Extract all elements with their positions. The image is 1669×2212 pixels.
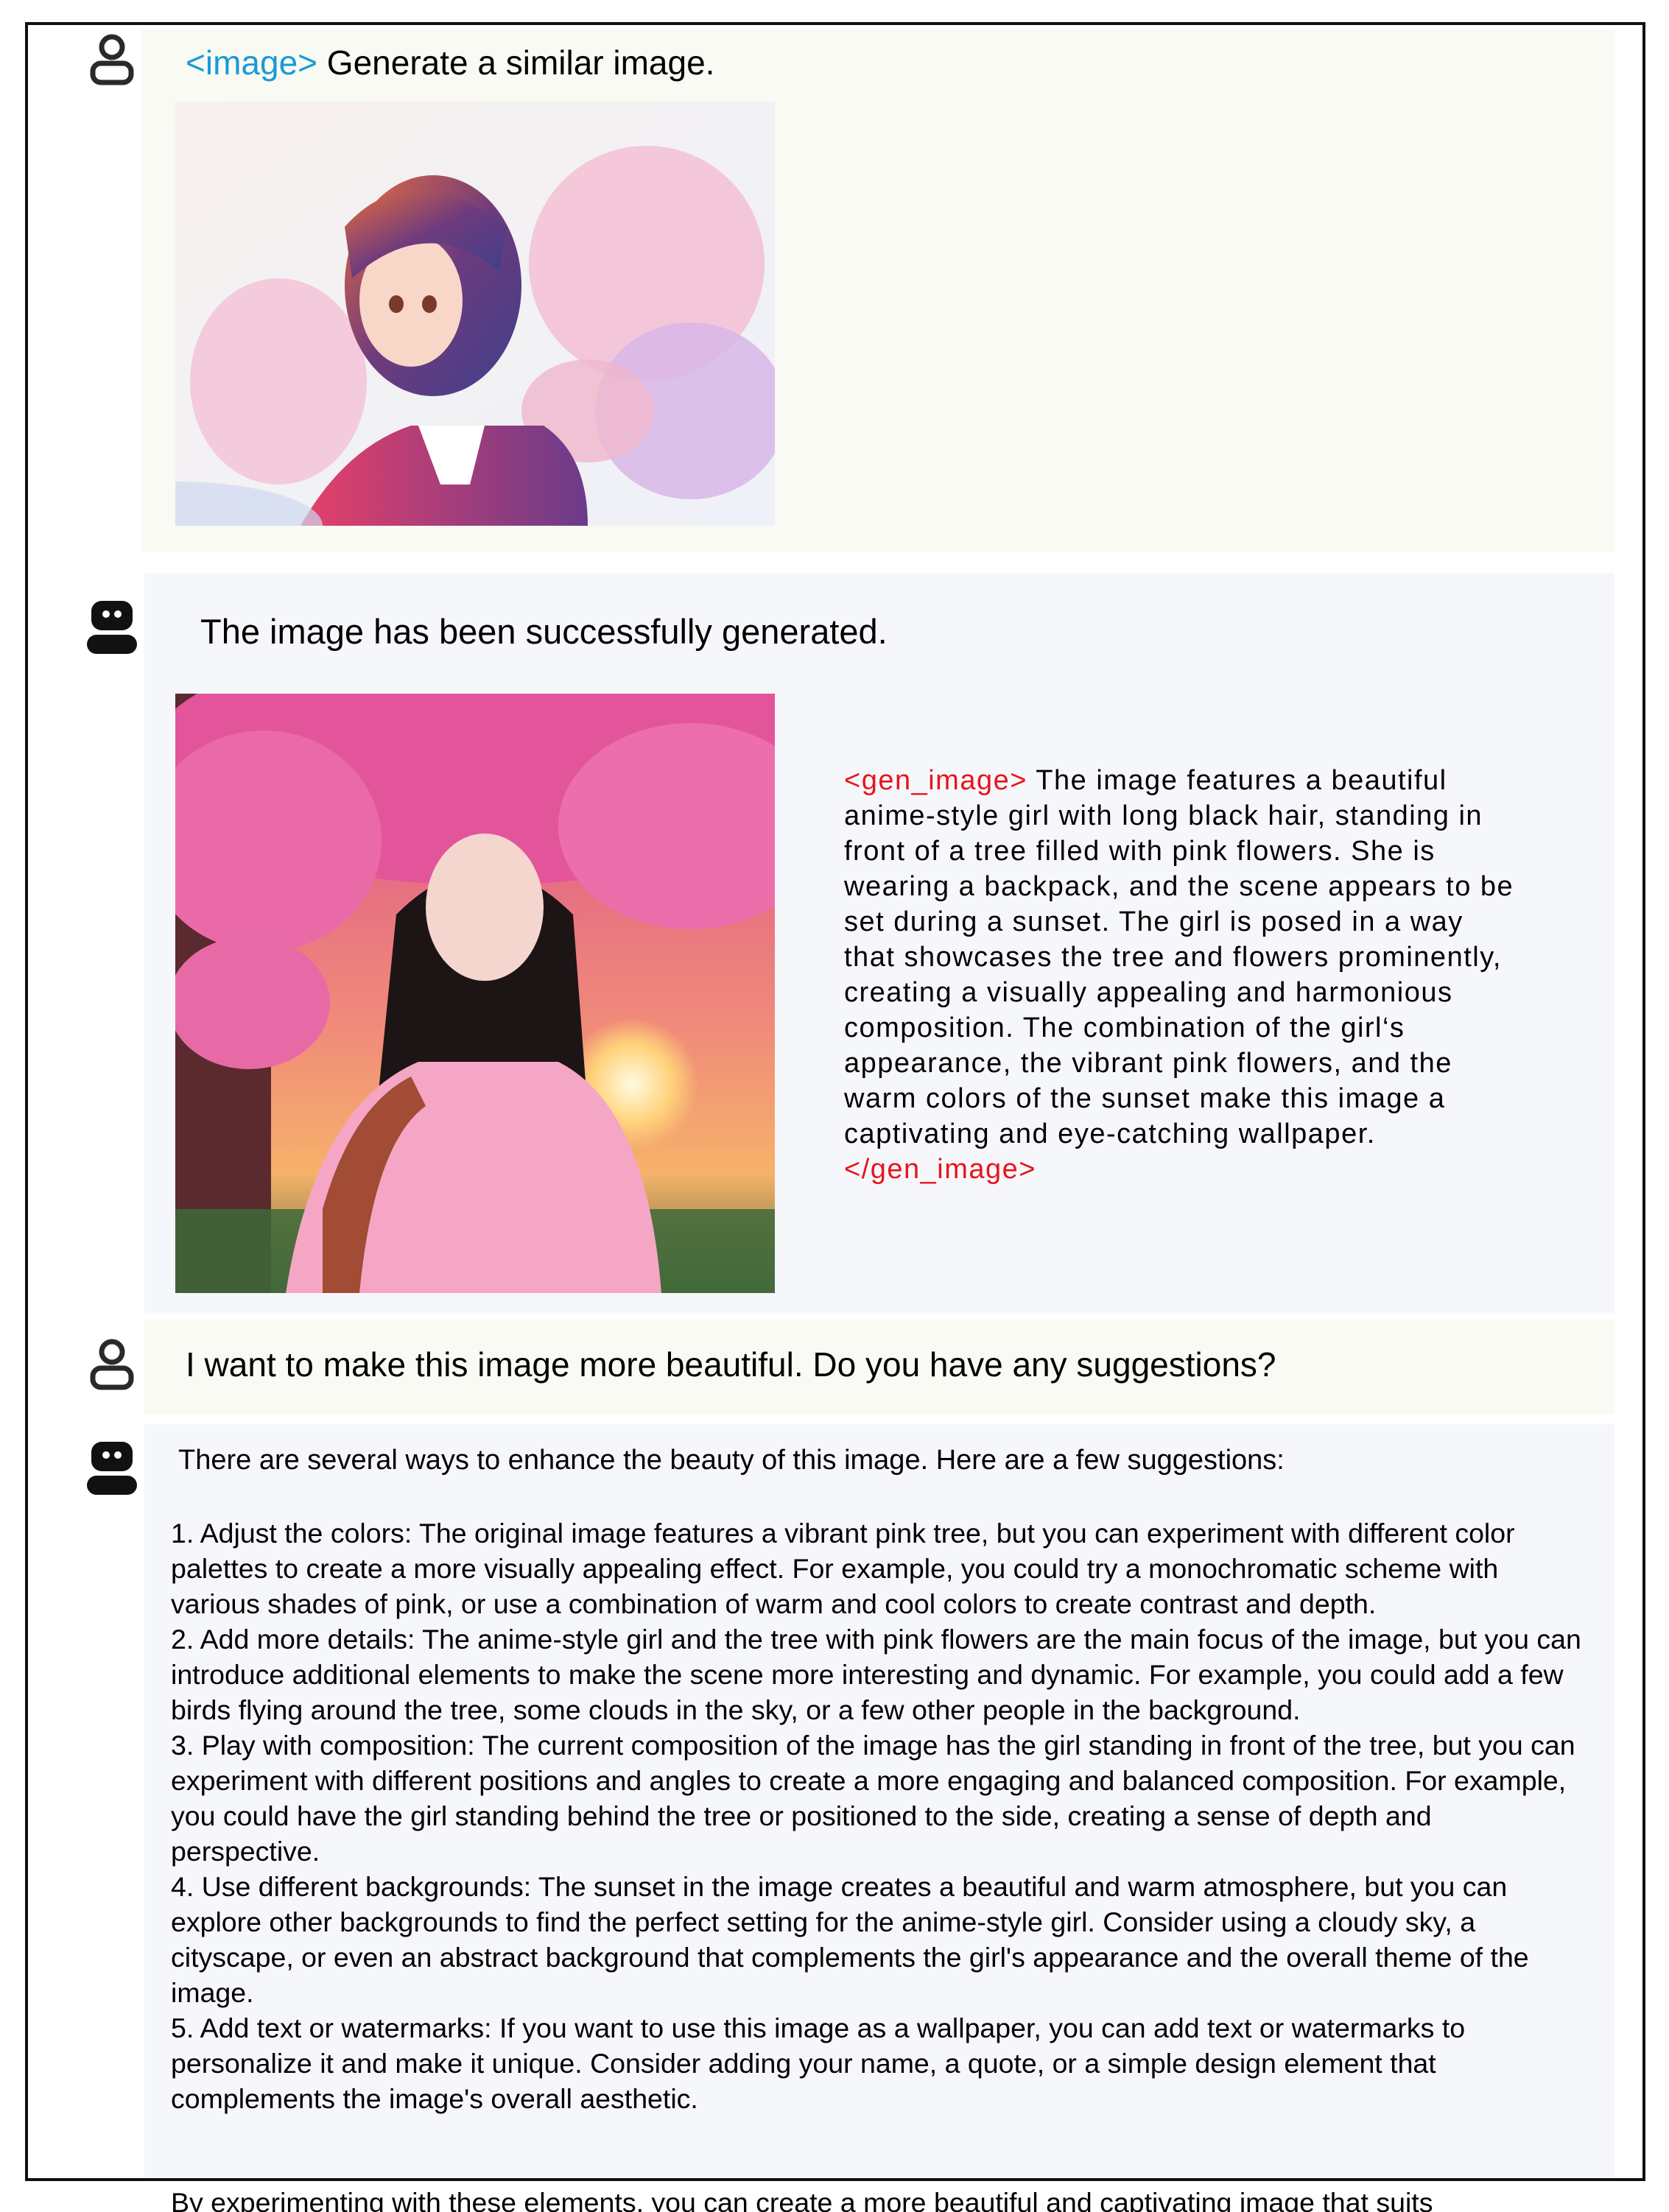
input-image xyxy=(175,102,775,526)
list-item: 3. Play with composition: The current co… xyxy=(171,1730,1575,1867)
generated-image xyxy=(175,694,775,1293)
user-prompt-2: I want to make this image more beautiful… xyxy=(186,1345,1276,1384)
robot-icon xyxy=(82,598,141,657)
assistant-status-text: The image has been successfully generate… xyxy=(200,612,888,651)
assistant-closing-text: By experimenting with these elements, yo… xyxy=(171,2187,1433,2212)
suggestion-list: 1. Adjust the colors: The original image… xyxy=(171,1515,1585,2116)
list-item: 4. Use different backgrounds: The sunset… xyxy=(171,1871,1529,2008)
list-item: 5. Add text or watermarks: If you want t… xyxy=(171,2012,1466,2114)
list-item: 1. Adjust the colors: The original image… xyxy=(171,1518,1515,1619)
list-item: 2. Add more details: The anime-style gir… xyxy=(171,1624,1581,1725)
robot-icon xyxy=(82,1439,141,1498)
user-icon xyxy=(82,1334,141,1393)
generated-image-caption: <gen_image> The image features a beautif… xyxy=(844,765,1514,1185)
user-prompt-1: <image> Generate a similar image. xyxy=(186,43,715,82)
assistant-suggestions-intro: There are several ways to enhance the be… xyxy=(178,1445,1285,1476)
user-icon xyxy=(82,29,141,88)
